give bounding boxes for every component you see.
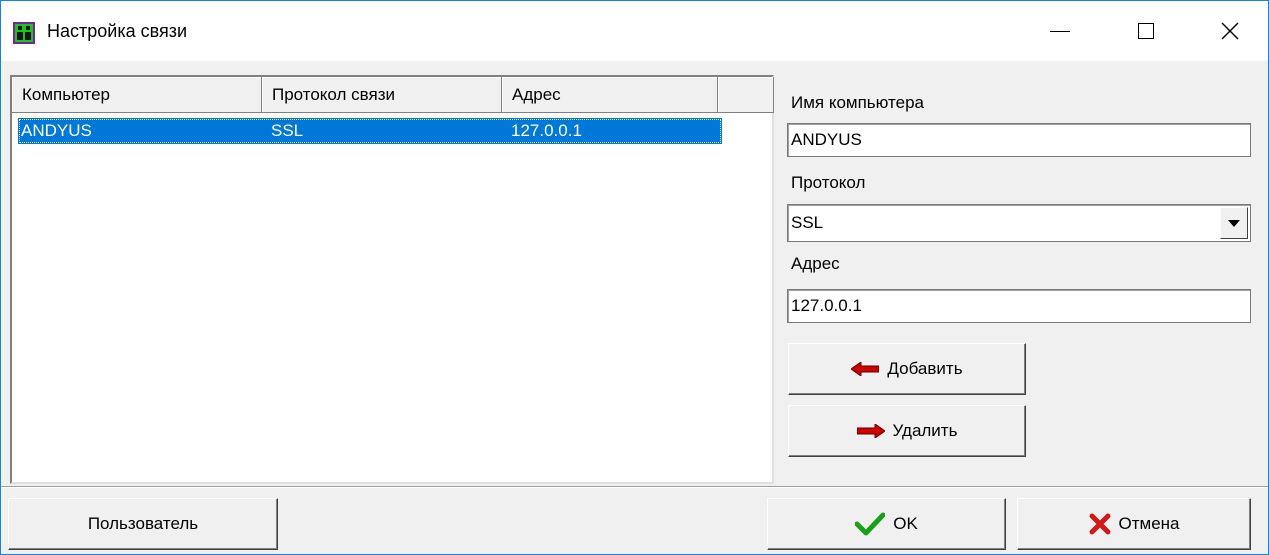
column-header-computer[interactable]: Компьютер: [12, 77, 262, 113]
computer-name-input[interactable]: ANDYUS: [787, 123, 1251, 157]
address-input[interactable]: 127.0.0.1: [787, 289, 1251, 323]
title-bar[interactable]: Настройка связи: [1, 1, 1268, 61]
arrow-left-icon: [851, 362, 880, 376]
cancel-button[interactable]: Отмена: [1017, 498, 1251, 550]
add-button[interactable]: Добавить: [788, 343, 1026, 395]
check-icon: [855, 512, 886, 536]
column-header-address[interactable]: Адрес: [502, 77, 718, 113]
cancel-button-label: Отмена: [1118, 514, 1180, 533]
ok-button-label: OK: [893, 514, 918, 533]
separator-highlight: [1, 487, 1268, 488]
column-header-protocol[interactable]: Протокол связи: [262, 77, 502, 113]
dialog-window: Настройка связи Компьютер Протокол связи…: [0, 0, 1269, 555]
delete-button[interactable]: Удалить: [788, 405, 1026, 457]
user-button[interactable]: Пользователь: [8, 498, 278, 550]
close-button[interactable]: [1201, 1, 1259, 61]
cross-icon: [1089, 513, 1110, 535]
computer-name-label: Имя компьютера: [791, 93, 925, 112]
protocol-dropdown-button[interactable]: [1220, 207, 1248, 239]
column-header-empty: [718, 77, 774, 113]
protocol-label: Протокол: [791, 173, 866, 192]
cell-address: 127.0.0.1: [511, 121, 582, 140]
connections-list[interactable]: Компьютер Протокол связи Адрес ANDYUS SS…: [10, 75, 774, 484]
ok-button[interactable]: OK: [767, 498, 1006, 550]
arrow-right-icon: [856, 424, 885, 438]
add-button-label: Добавить: [887, 359, 963, 378]
protocol-select[interactable]: SSL: [787, 204, 1251, 242]
close-icon: [1221, 22, 1239, 40]
user-button-label: Пользователь: [87, 514, 199, 533]
minimize-button[interactable]: [1031, 1, 1089, 61]
delete-button-label: Удалить: [892, 421, 958, 440]
list-header: Компьютер Протокол связи Адрес: [12, 77, 774, 113]
app-icon: [13, 22, 35, 44]
window-title: Настройка связи: [47, 21, 188, 41]
cell-protocol: SSL: [271, 121, 304, 140]
cell-computer: ANDYUS: [21, 121, 92, 140]
minimize-icon: [1050, 30, 1070, 32]
chevron-down-icon: [1228, 219, 1240, 227]
table-row[interactable]: ANDYUS SSL 127.0.0.1: [18, 118, 722, 144]
address-label: Адрес: [791, 254, 840, 273]
maximize-icon: [1138, 23, 1154, 39]
protocol-select-value: SSL: [791, 213, 824, 232]
maximize-button[interactable]: [1117, 1, 1175, 61]
